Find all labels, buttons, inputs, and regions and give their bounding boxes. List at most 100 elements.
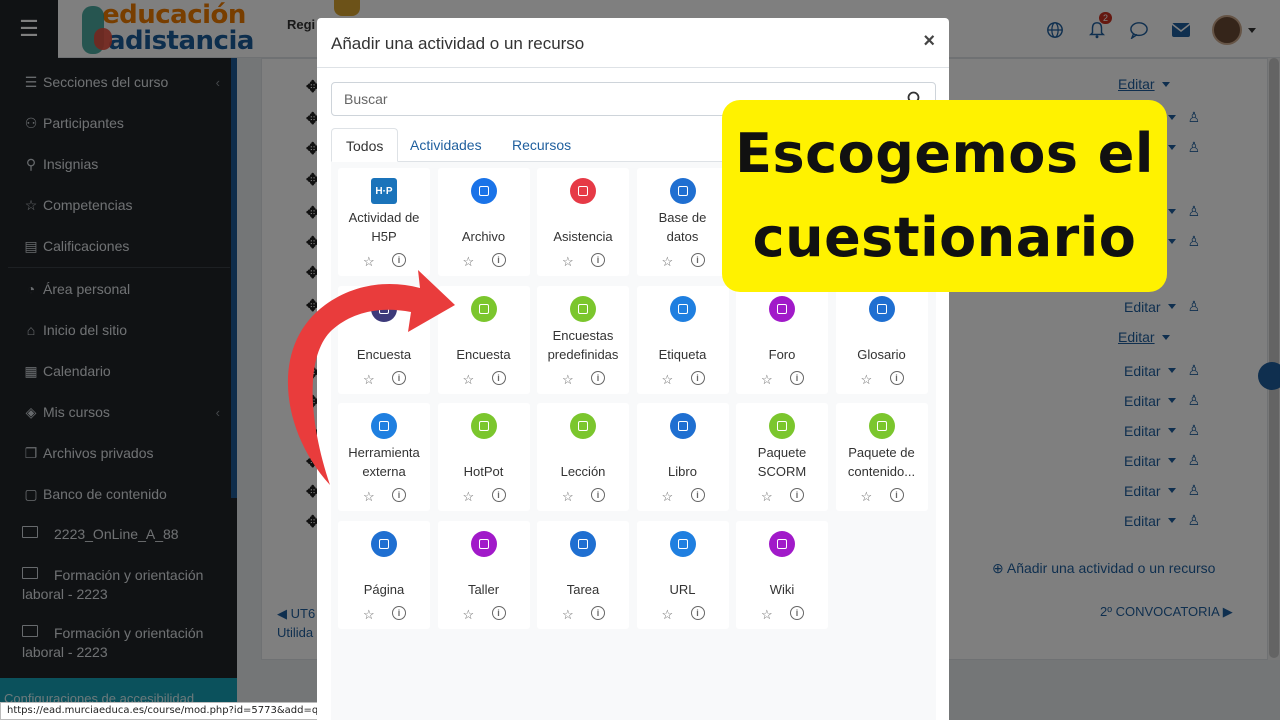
info-icon[interactable]: i <box>690 488 705 502</box>
star-icon[interactable]: ☆ <box>662 254 674 270</box>
star-icon[interactable]: ☆ <box>562 489 574 505</box>
activity-name: Etiqueta <box>658 346 707 362</box>
activity-card[interactable]: Glosario ☆ i <box>835 285 928 394</box>
book-icon <box>669 413 696 439</box>
info-icon[interactable]: i <box>491 605 506 620</box>
info-icon[interactable]: i <box>591 488 605 502</box>
activity-name: Página <box>363 581 405 597</box>
forum-icon <box>769 295 795 322</box>
info-icon[interactable]: i <box>889 370 904 385</box>
package-icon <box>868 413 895 439</box>
activity-card[interactable]: URL ☆ i <box>636 520 729 629</box>
info-icon[interactable]: i <box>591 605 605 620</box>
info-icon[interactable]: i <box>491 488 506 502</box>
star-icon[interactable]: ☆ <box>562 254 574 270</box>
info-icon[interactable]: i <box>491 253 506 267</box>
info-icon[interactable]: i <box>790 370 804 385</box>
star-icon[interactable]: ☆ <box>761 372 773 388</box>
activity-name: Lección <box>560 464 606 479</box>
star-icon[interactable]: ☆ <box>662 607 674 623</box>
activity-name: URL <box>669 581 696 597</box>
info-icon[interactable]: i <box>790 605 804 620</box>
info-icon[interactable]: i <box>392 605 406 620</box>
workshop-icon <box>470 530 497 557</box>
star-icon[interactable]: ☆ <box>662 372 674 388</box>
info-icon[interactable]: i <box>889 488 904 502</box>
annotation-callout: Escogemos el cuestionario <box>722 100 1167 292</box>
activity-card[interactable]: Taller ☆ i <box>437 520 530 629</box>
chart-icon <box>570 295 596 322</box>
activity-card[interactable]: Libro ☆ i <box>636 403 729 511</box>
red-arrow-annotation <box>287 270 455 485</box>
activity-name-line2: SCORM <box>757 464 807 479</box>
h5p-icon: H·P <box>371 178 397 204</box>
activity-name: Taller <box>467 581 500 597</box>
activity-card[interactable]: Foro ☆ i <box>736 285 828 394</box>
activity-name: Archivo <box>461 229 506 244</box>
info-icon[interactable]: i <box>690 370 705 385</box>
hotpot-icon <box>470 413 497 439</box>
info-icon[interactable]: i <box>591 253 605 267</box>
activity-name-line2: predefinidas <box>547 346 619 362</box>
activity-name: Foro <box>768 346 796 362</box>
star-icon[interactable]: ☆ <box>463 489 475 505</box>
file-icon <box>470 178 497 204</box>
activity-card[interactable]: Lección ☆ i <box>537 403 629 511</box>
page-icon <box>371 530 397 557</box>
info-icon[interactable]: i <box>690 253 705 267</box>
link-icon <box>669 530 696 557</box>
database-icon <box>669 178 696 204</box>
activity-name: Tarea <box>566 581 600 597</box>
survey-icon <box>470 295 497 322</box>
star-icon[interactable]: ☆ <box>861 372 873 388</box>
activity-card[interactable]: Base de datos ☆ i <box>636 168 729 276</box>
star-icon[interactable]: ☆ <box>463 254 475 270</box>
activity-card[interactable]: Wiki ☆ i <box>736 520 828 629</box>
annotation-line2: cuestionario <box>752 206 1137 269</box>
activity-name: Paquete <box>757 445 807 460</box>
activity-name: Glosario <box>857 346 906 362</box>
activity-name: Base de <box>658 210 707 225</box>
activity-name: Paquete de <box>848 445 915 460</box>
annotation-line1: Escogemos el <box>735 122 1154 185</box>
close-icon[interactable]: × <box>923 30 935 53</box>
info-icon[interactable]: i <box>790 488 804 502</box>
info-icon[interactable]: i <box>491 370 506 385</box>
assignment-icon <box>570 530 596 557</box>
tab-actividades[interactable]: Actividades <box>396 128 496 162</box>
tab-todos[interactable]: Todos <box>331 128 399 162</box>
star-icon[interactable]: ☆ <box>463 372 475 388</box>
star-icon[interactable]: ☆ <box>662 489 674 505</box>
activity-name: Encuestas <box>552 327 614 343</box>
tab-recursos[interactable]: Recursos <box>498 128 585 162</box>
activity-card[interactable]: Encuestas predefinidas ☆ i <box>537 285 629 394</box>
activity-card[interactable]: Paquete de contenido... ☆ i <box>835 403 928 511</box>
info-icon[interactable]: i <box>591 370 605 385</box>
modal-header: Añadir una actividad o un recurso × <box>317 18 949 68</box>
scorm-icon <box>769 413 795 439</box>
star-icon[interactable]: ☆ <box>562 607 574 623</box>
wiki-icon <box>769 530 795 557</box>
activity-name: Libro <box>668 464 697 479</box>
activity-name-line2: datos <box>666 229 699 244</box>
star-icon[interactable]: ☆ <box>463 607 475 623</box>
activity-name-line2: contenido... <box>847 464 916 479</box>
activity-card[interactable]: Tarea ☆ i <box>537 520 629 629</box>
activity-name: Actividad de <box>348 210 420 225</box>
glossary-icon <box>868 295 895 322</box>
star-icon[interactable]: ☆ <box>562 372 574 388</box>
tag-icon <box>669 295 696 322</box>
activity-card[interactable]: Página ☆ i <box>338 520 430 629</box>
star-icon[interactable]: ☆ <box>861 489 873 505</box>
activity-name-line2: H5P <box>371 229 397 244</box>
star-icon[interactable]: ☆ <box>761 489 773 505</box>
activity-card[interactable]: Asistencia ☆ i <box>537 168 629 276</box>
info-icon[interactable]: i <box>690 605 705 620</box>
modal-title: Añadir una actividad o un recurso <box>331 34 585 53</box>
attendance-icon <box>570 178 596 204</box>
activity-card[interactable]: Etiqueta ☆ i <box>636 285 729 394</box>
star-icon[interactable]: ☆ <box>363 607 375 623</box>
star-icon[interactable]: ☆ <box>761 607 773 623</box>
activity-card[interactable]: Paquete SCORM ☆ i <box>736 403 828 511</box>
activity-name: Wiki <box>769 581 795 597</box>
